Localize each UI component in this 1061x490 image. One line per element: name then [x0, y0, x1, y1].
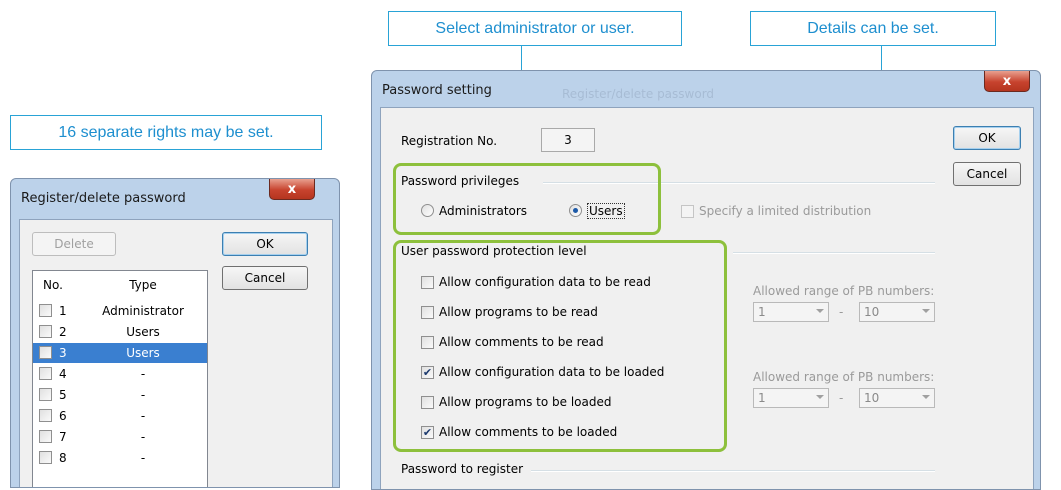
group-divider	[531, 470, 935, 472]
list-item[interactable]: 5-	[33, 385, 207, 405]
chevron-down-icon	[922, 395, 930, 399]
row-number: 5	[59, 388, 67, 402]
group-divider	[733, 252, 935, 254]
list-item[interactable]: 7-	[33, 427, 207, 447]
list-header: No. Type	[33, 275, 207, 295]
highlight-protection	[393, 240, 727, 452]
row-checkbox[interactable]	[39, 430, 52, 443]
chevron-down-icon	[816, 309, 824, 313]
row-type: -	[140, 409, 146, 423]
row-type: -	[140, 388, 146, 402]
row-checkbox[interactable]	[39, 325, 52, 338]
cancel-button[interactable]: Cancel	[222, 266, 308, 290]
row-number: 3	[59, 346, 67, 360]
delete-button[interactable]: Delete	[32, 232, 116, 256]
row-number: 4	[59, 367, 67, 381]
registration-number-field: 3	[541, 128, 595, 152]
registration-label: Registration No.	[401, 134, 498, 148]
dialog-client-area: Delete OK Cancel No. Type 1 Administrator…	[19, 219, 333, 487]
row-number: 1	[59, 304, 67, 318]
pb-to-select[interactable]: 10	[859, 302, 935, 322]
row-checkbox[interactable]	[39, 409, 52, 422]
column-header-type: Type	[129, 278, 157, 292]
close-icon[interactable]: x	[984, 71, 1030, 92]
close-icon[interactable]: x	[269, 179, 315, 200]
row-number: 7	[59, 430, 67, 444]
pb-dash: -	[839, 391, 844, 405]
pb-range-label: Allowed range of PB numbers:	[753, 370, 935, 384]
list-item[interactable]: 3 Users	[33, 343, 207, 363]
pb-range-label: Allowed range of PB numbers:	[753, 284, 935, 298]
row-type: Users	[126, 325, 160, 339]
pb-from-select[interactable]: 1	[753, 302, 829, 322]
callout-select-role: Select administrator or user.	[388, 11, 682, 46]
row-type: Users	[126, 346, 160, 360]
pb-to-select[interactable]: 10	[859, 388, 935, 408]
pb-from-select[interactable]: 1	[753, 388, 829, 408]
list-item[interactable]: 4-	[33, 364, 207, 384]
row-checkbox[interactable]	[39, 451, 52, 464]
list-item[interactable]: 2 Users	[33, 322, 207, 342]
register-group-label: Password to register	[401, 462, 524, 476]
row-number: 2	[59, 325, 67, 339]
row-type: -	[140, 430, 146, 444]
row-checkbox[interactable]	[39, 388, 52, 401]
row-checkbox[interactable]	[39, 367, 52, 380]
register-delete-dialog: Register/delete password x Delete OK Can…	[10, 178, 340, 488]
chevron-down-icon	[816, 395, 824, 399]
dialog-title: Register/delete password	[21, 191, 186, 206]
column-header-no: No.	[43, 278, 63, 292]
row-type: -	[140, 367, 146, 381]
row-number: 6	[59, 409, 67, 423]
list-item[interactable]: 6-	[33, 406, 207, 426]
row-checkbox[interactable]	[39, 304, 52, 317]
ok-button[interactable]: OK	[953, 126, 1021, 150]
password-list[interactable]: No. Type 1 Administrator 2 Users 3 Users 4-5-6…	[32, 270, 208, 487]
list-item[interactable]: 8-	[33, 448, 207, 468]
background-window-title: Register/delete password	[562, 87, 715, 101]
limited-distribution-label: Specify a limited distribution	[699, 204, 872, 218]
callout-rights: 16 separate rights may be set.	[10, 115, 322, 150]
callout-details: Details can be set.	[750, 11, 996, 46]
dialog-title: Password setting	[382, 83, 492, 98]
cancel-button[interactable]: Cancel	[953, 162, 1021, 186]
row-number: 8	[59, 451, 67, 465]
pb-dash: -	[839, 305, 844, 319]
highlight-privileges	[393, 163, 661, 235]
limited-distribution-checkbox[interactable]	[681, 205, 694, 218]
row-checkbox[interactable]	[39, 346, 52, 359]
row-type: -	[140, 451, 146, 465]
row-type: Administrator	[102, 304, 184, 318]
ok-button[interactable]: OK	[222, 232, 308, 256]
list-item[interactable]: 1 Administrator	[33, 301, 207, 321]
chevron-down-icon	[922, 309, 930, 313]
